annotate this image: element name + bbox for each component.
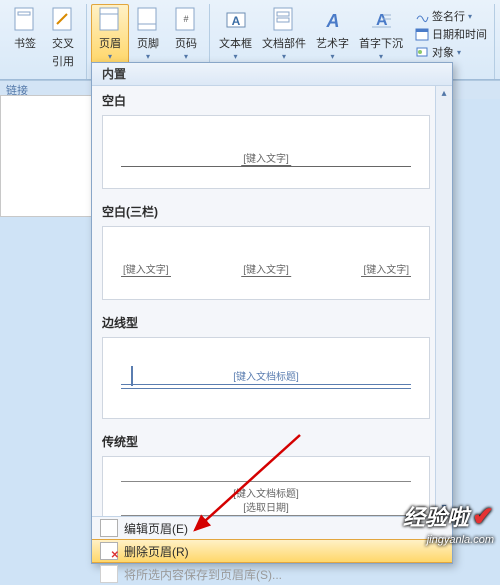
header-gallery-dropdown: 内置 ▴ ▾ 空白 [键入文字] 空白(三栏) [键入文字] [键入文字] [键… xyxy=(91,62,453,564)
wordart-button[interactable]: A 艺术字 ▾ xyxy=(311,4,354,64)
parts-icon xyxy=(270,7,298,33)
pagenum-label: 页码 xyxy=(175,35,197,51)
menu-remove-header[interactable]: ✕ 删除页眉(R) xyxy=(92,539,452,563)
placeholder-text: [键入文字] xyxy=(121,261,171,277)
menu-save-header: 将所选内容保存到页眉库(S)... xyxy=(92,563,452,585)
chevron-down-icon: ▾ xyxy=(108,52,112,61)
vertical-rule xyxy=(131,366,133,386)
dropcap-icon: A xyxy=(367,7,395,33)
gallery-scrollbar[interactable]: ▴ ▾ xyxy=(435,86,452,516)
object-label: 对象 xyxy=(432,44,454,60)
chevron-down-icon: ▾ xyxy=(233,52,237,61)
bookmark-label: 书签 xyxy=(14,35,36,51)
datetime-button[interactable]: 日期和时间 xyxy=(412,25,490,43)
textbox-button[interactable]: A 文本框 ▾ xyxy=(214,4,257,64)
chevron-down-icon: ▾ xyxy=(330,52,334,61)
svg-text:A: A xyxy=(325,11,339,31)
chevron-down-icon: ▾ xyxy=(379,52,383,61)
document-page xyxy=(0,95,92,217)
crossref-label-1: 交叉 xyxy=(52,35,74,51)
crossref-icon xyxy=(49,7,77,33)
textbox-label: 文本框 xyxy=(219,35,252,51)
menu-remove-label: 删除页眉(R) xyxy=(124,543,189,560)
placeholder-text: [键入文档标题] xyxy=(231,485,301,500)
delete-icon: ✕ xyxy=(100,542,118,560)
gallery-section-sideline: 边线型 xyxy=(92,308,452,333)
footer-button[interactable]: 页脚 ▾ xyxy=(129,4,167,64)
object-icon xyxy=(415,45,429,59)
ribbon-group-links: 书签 交叉 引用 xyxy=(2,4,87,79)
placeholder-text: [键入文字] xyxy=(241,150,291,166)
gallery-item-sideline[interactable]: [键入文档标题] xyxy=(102,337,430,419)
ribbon-group-symbols: π 公 xyxy=(495,4,500,79)
gallery-footer: 编辑页眉(E) ✕ 删除页眉(R) 将所选内容保存到页眉库(S)... xyxy=(92,516,452,585)
wordart-label: 艺术字 xyxy=(316,35,349,51)
menu-save-label: 将所选内容保存到页眉库(S)... xyxy=(124,566,282,583)
header-label: 页眉 xyxy=(99,35,121,51)
pagenum-icon: # xyxy=(172,7,200,33)
gallery-item-three-col[interactable]: [键入文字] [键入文字] [键入文字] xyxy=(102,226,430,300)
chevron-down-icon: ▾ xyxy=(468,12,472,21)
signature-button[interactable]: 签名行▾ xyxy=(412,7,490,25)
gallery-section-traditional: 传统型 xyxy=(92,427,452,452)
edit-icon xyxy=(100,519,118,537)
header-button[interactable]: 页眉 ▾ xyxy=(91,4,129,64)
gallery-item-traditional[interactable]: [键入文档标题] [选取日期] xyxy=(102,456,430,516)
chevron-down-icon: ▾ xyxy=(146,52,150,61)
calendar-icon xyxy=(415,27,429,41)
parts-button[interactable]: 文档部件 ▾ xyxy=(257,4,311,64)
placeholder-text: [选取日期] xyxy=(241,499,291,514)
placeholder-text: [键入文字] xyxy=(241,261,291,277)
dropcap-button[interactable]: A 首字下沉 ▾ xyxy=(354,4,408,64)
dropcap-label: 首字下沉 xyxy=(359,35,403,51)
footer-icon xyxy=(134,7,162,33)
object-button[interactable]: 对象▾ xyxy=(412,43,490,61)
chevron-down-icon: ▾ xyxy=(282,52,286,61)
bookmark-button[interactable]: 书签 xyxy=(6,4,44,72)
textbox-icon: A xyxy=(222,7,250,33)
svg-text:#: # xyxy=(183,14,188,24)
watermark: 经验啦 ✔ jingyanla.com xyxy=(403,500,494,546)
menu-edit-header[interactable]: 编辑页眉(E) xyxy=(92,517,452,539)
gallery-body: ▴ ▾ 空白 [键入文字] 空白(三栏) [键入文字] [键入文字] [键入文字… xyxy=(92,86,452,516)
save-icon xyxy=(100,565,118,583)
chevron-down-icon: ▾ xyxy=(184,52,188,61)
menu-edit-label: 编辑页眉(E) xyxy=(124,520,188,537)
svg-text:A: A xyxy=(231,14,240,28)
watermark-text: 经验啦 xyxy=(403,505,469,530)
placeholder-text: [键入文字] xyxy=(361,261,411,277)
datetime-label: 日期和时间 xyxy=(432,26,487,42)
check-icon: ✔ xyxy=(472,501,494,531)
signature-label: 签名行 xyxy=(432,8,465,24)
footer-label: 页脚 xyxy=(137,35,159,51)
pagenum-button[interactable]: # 页码 ▾ xyxy=(167,4,205,64)
scroll-up-icon[interactable]: ▴ xyxy=(436,86,452,102)
chevron-down-icon: ▾ xyxy=(457,48,461,57)
gallery-section-blank: 空白 xyxy=(92,86,452,111)
crossref-label-2: 引用 xyxy=(52,53,74,69)
crossref-button[interactable]: 交叉 引用 xyxy=(44,4,82,72)
gallery-title: 内置 xyxy=(92,63,452,86)
bookmark-icon xyxy=(11,7,39,33)
header-icon xyxy=(96,7,124,33)
gallery-section-three-col: 空白(三栏) xyxy=(92,197,452,222)
gallery-item-blank[interactable]: [键入文字] xyxy=(102,115,430,189)
parts-label: 文档部件 xyxy=(262,35,306,51)
wordart-icon: A xyxy=(319,7,347,33)
watermark-url: jingyanla.com xyxy=(427,534,494,546)
signature-icon xyxy=(415,9,429,23)
placeholder-text: [键入文档标题] xyxy=(231,368,301,383)
